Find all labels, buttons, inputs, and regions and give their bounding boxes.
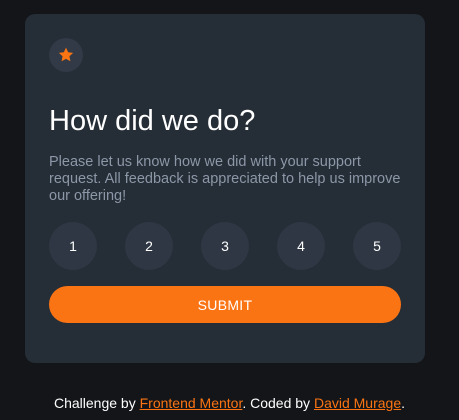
star-icon: [58, 47, 74, 62]
author-link[interactable]: David Murage: [314, 395, 401, 411]
footer-suffix: .: [401, 395, 405, 411]
rating-button-5[interactable]: 5: [353, 222, 401, 270]
rating-button-4[interactable]: 4: [277, 222, 325, 270]
footer-middle: . Coded by: [242, 395, 314, 411]
star-badge: [49, 38, 83, 72]
rating-button-2[interactable]: 2: [125, 222, 173, 270]
challenge-link[interactable]: Frontend Mentor: [140, 395, 243, 411]
attribution-footer: Challenge by Frontend Mentor. Coded by D…: [0, 395, 459, 411]
footer-prefix: Challenge by: [53, 395, 140, 411]
rating-button-1[interactable]: 1: [49, 222, 97, 270]
rating-card: How did we do? Please let us know how we…: [25, 14, 425, 363]
rating-options: 1 2 3 4 5: [49, 222, 401, 270]
submit-button[interactable]: SUBMIT: [49, 286, 401, 323]
card-title: How did we do?: [49, 105, 256, 137]
card-description: Please let us know how we did with your …: [49, 154, 401, 204]
rating-button-3[interactable]: 3: [201, 222, 249, 270]
